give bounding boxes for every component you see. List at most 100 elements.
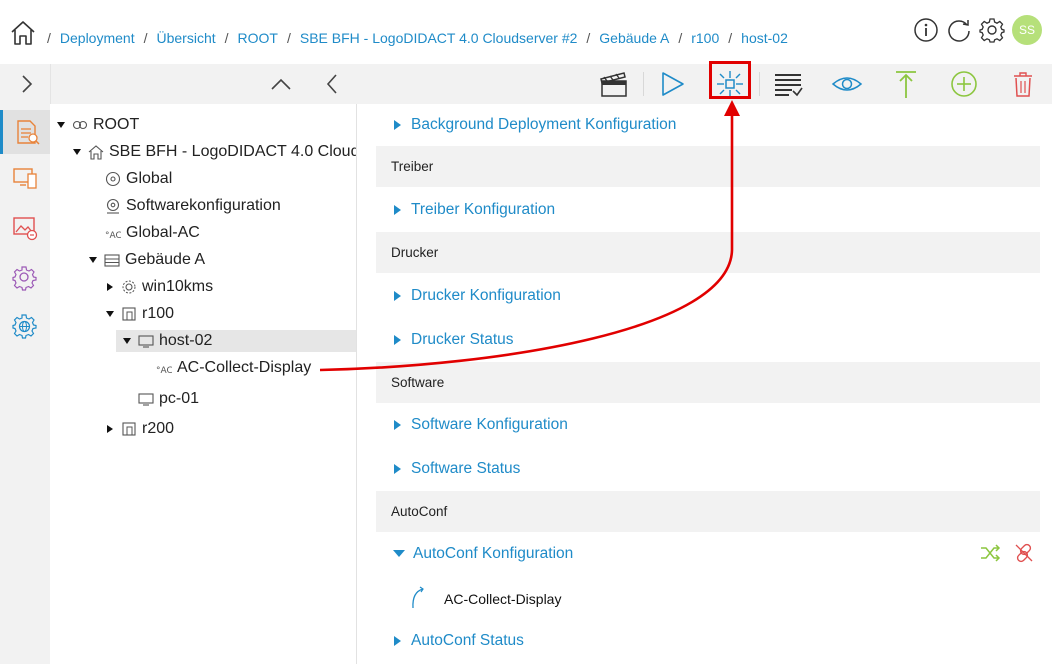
section-link-autoconf-konfiguration[interactable]: AutoConf Konfiguration bbox=[393, 542, 573, 566]
tree-node-label: pc-01 bbox=[159, 390, 200, 407]
tree-node-label: r200 bbox=[142, 420, 175, 437]
plus-circle-icon[interactable] bbox=[948, 69, 980, 99]
caret-right-icon bbox=[393, 335, 402, 345]
tree-node-label: host-02 bbox=[159, 332, 213, 349]
breadcrumb-separator: / bbox=[47, 30, 51, 46]
tree-node-cloudserver[interactable]: SBE BFH - LogoDIDACT 4.0 Cloudserver #2 bbox=[72, 141, 357, 163]
section-link-autoconf-status[interactable]: AutoConf Status bbox=[393, 629, 524, 653]
upload-icon[interactable] bbox=[890, 69, 922, 99]
sidebar-item-network[interactable] bbox=[0, 304, 50, 348]
home-icon[interactable] bbox=[10, 20, 36, 46]
tree-node-label: Global bbox=[126, 170, 173, 187]
caret-right-icon bbox=[393, 464, 402, 474]
unlink-icon[interactable] bbox=[1013, 542, 1035, 564]
refresh-icon[interactable] bbox=[946, 17, 972, 43]
caret-right-icon bbox=[393, 205, 402, 215]
svg-text:°AC: °AC bbox=[156, 366, 172, 376]
breadcrumb-deployment[interactable]: Deployment bbox=[60, 30, 135, 46]
collect-button-highlight bbox=[709, 61, 751, 99]
tree-node-label: r100 bbox=[142, 305, 175, 322]
section-link-label: Software Status bbox=[411, 460, 521, 477]
breadcrumb-gebaeude-a[interactable]: Gebäude A bbox=[599, 30, 669, 46]
caret-right-icon bbox=[393, 291, 402, 301]
eye-icon[interactable] bbox=[831, 69, 863, 99]
caret-down-icon[interactable] bbox=[72, 147, 82, 157]
tree-node-label: SBE BFH - LogoDIDACT 4.0 Cloudserver #2 bbox=[109, 143, 357, 160]
clapperboard-icon[interactable] bbox=[598, 69, 630, 99]
section-link-label: AutoConf Konfiguration bbox=[413, 545, 574, 562]
shuffle-icon[interactable] bbox=[979, 542, 1001, 564]
top-right-actions: SS bbox=[913, 15, 1042, 45]
info-icon[interactable] bbox=[913, 17, 939, 43]
caret-down-icon[interactable] bbox=[88, 255, 98, 265]
svg-text:°AC: °AC bbox=[105, 231, 121, 241]
tree-node-label: ROOT bbox=[93, 116, 140, 133]
caret-right-icon[interactable] bbox=[105, 282, 115, 292]
breadcrumb-separator: / bbox=[286, 30, 291, 46]
section-header-autoconf: AutoConf bbox=[376, 491, 1040, 532]
caret-right-icon bbox=[393, 120, 402, 130]
sidebar-item-images[interactable] bbox=[0, 206, 50, 250]
breadcrumb-cloudserver[interactable]: SBE BFH - LogoDIDACT 4.0 Cloudserver #2 bbox=[300, 30, 578, 46]
section-link-treiber-konfiguration[interactable]: Treiber Konfiguration bbox=[393, 198, 555, 222]
tree-node-root[interactable]: ROOT bbox=[56, 114, 139, 136]
section-link-label: Treiber Konfiguration bbox=[411, 201, 556, 218]
caret-down-icon[interactable] bbox=[105, 309, 115, 319]
tree-node-global[interactable]: Global bbox=[105, 168, 172, 190]
list-icon[interactable] bbox=[772, 69, 804, 99]
sidebar-item-devices[interactable] bbox=[0, 156, 50, 200]
breadcrumb-r100[interactable]: r100 bbox=[691, 30, 719, 46]
tree-node-win10kms[interactable]: win10kms bbox=[105, 276, 213, 298]
building-icon bbox=[104, 252, 120, 268]
section-link-label: AutoConf Status bbox=[411, 632, 524, 649]
section-link-drucker-status[interactable]: Drucker Status bbox=[393, 328, 514, 352]
autoconf-item[interactable]: AC-Collect-Display bbox=[409, 584, 561, 614]
tree-node-host-02[interactable]: host-02 bbox=[116, 330, 356, 352]
monitor-icon bbox=[138, 333, 154, 349]
tree-node-pc-01[interactable]: pc-01 bbox=[138, 388, 199, 410]
sidebar-item-deployment[interactable] bbox=[0, 110, 50, 154]
trash-icon[interactable] bbox=[1007, 69, 1039, 99]
tree-node-softwarekonfiguration[interactable]: Softwarekonfiguration bbox=[105, 195, 281, 217]
tree-node-label: Global-AC bbox=[126, 224, 200, 241]
breadcrumb-uebersicht[interactable]: Übersicht bbox=[156, 30, 215, 46]
chevron-up-icon[interactable] bbox=[268, 72, 294, 96]
breadcrumb-root[interactable]: ROOT bbox=[238, 30, 278, 46]
section-link-label: Background Deployment Konfiguration bbox=[411, 116, 677, 133]
tree-node-label: win10kms bbox=[142, 278, 214, 295]
section-link-background-deployment[interactable]: Background Deployment Konfiguration bbox=[393, 113, 676, 137]
top-bar: / Deployment / Übersicht / ROOT / SBE BFH - Log… bbox=[0, 0, 1052, 64]
autoconf-icon: °AC bbox=[105, 225, 121, 241]
caret-down-icon[interactable] bbox=[122, 336, 132, 346]
chevron-left-icon[interactable] bbox=[322, 72, 342, 96]
section-link-drucker-konfiguration[interactable]: Drucker Konfiguration bbox=[393, 284, 561, 308]
tree-node-gebaeude-a[interactable]: Gebäude A bbox=[88, 249, 205, 271]
image-icon bbox=[12, 215, 38, 241]
tree-node-r200[interactable]: r200 bbox=[105, 418, 174, 440]
breadcrumb-separator: / bbox=[143, 30, 148, 46]
tree-node-r100[interactable]: r100 bbox=[105, 303, 174, 325]
play-icon[interactable] bbox=[656, 69, 688, 99]
tree-node-label: Softwarekonfiguration bbox=[126, 197, 281, 214]
caret-down-icon[interactable] bbox=[56, 120, 66, 130]
room-icon bbox=[121, 306, 137, 322]
sidebar-item-configuration[interactable] bbox=[0, 256, 50, 300]
toolbar-divider bbox=[643, 72, 644, 96]
breadcrumb-host-02[interactable]: host-02 bbox=[741, 30, 788, 46]
gear-icon[interactable] bbox=[979, 17, 1005, 43]
chevron-right-icon[interactable] bbox=[14, 72, 38, 96]
tree-node-label: Gebäude A bbox=[125, 251, 206, 268]
caret-right-icon bbox=[393, 420, 402, 430]
breadcrumb-separator: / bbox=[728, 30, 733, 46]
avatar[interactable]: SS bbox=[1012, 15, 1042, 45]
monitor-icon bbox=[12, 165, 38, 191]
caret-down-icon bbox=[393, 549, 405, 559]
tree-node-global-ac[interactable]: °AC Global-AC bbox=[105, 222, 200, 244]
tree-node-ac-collect-display[interactable]: °AC AC-Collect-Display bbox=[156, 357, 311, 379]
disc-icon bbox=[105, 171, 121, 187]
section-link-software-konfiguration[interactable]: Software Konfiguration bbox=[393, 413, 568, 437]
detail-panel: Background Deployment Konfiguration Trei… bbox=[357, 104, 1052, 664]
caret-right-icon[interactable] bbox=[105, 424, 115, 434]
section-link-software-status[interactable]: Software Status bbox=[393, 457, 520, 481]
autoconf-item-label: AC-Collect-Display bbox=[444, 591, 562, 607]
